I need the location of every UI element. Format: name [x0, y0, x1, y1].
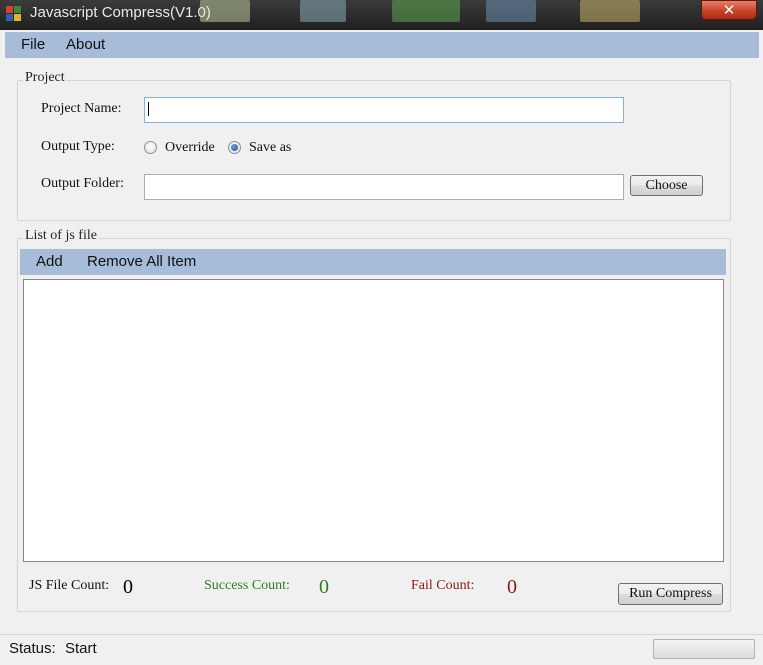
save-as-radio[interactable] [228, 141, 241, 154]
close-icon: ✕ [722, 1, 736, 19]
success-count-value: 0 [319, 576, 329, 598]
project-name-field[interactable] [144, 97, 624, 123]
js-list-toolbar: Add Remove All Item [20, 249, 726, 275]
menu-file[interactable]: File [21, 36, 45, 53]
choose-button[interactable]: Choose [630, 175, 703, 196]
text-caret [148, 102, 149, 116]
desktop-bg-patch [300, 0, 346, 22]
app-icon[interactable] [6, 6, 22, 22]
status-progress-bar [653, 639, 755, 659]
fail-count-label: Fail Count: [411, 578, 475, 593]
js-file-count-label: JS File Count: [29, 578, 110, 593]
js-file-count-value: 0 [123, 576, 133, 598]
js-list-legend: List of js file [23, 228, 99, 244]
title-bar[interactable]: Javascript Compress(V1.0) ✕ [0, 0, 763, 30]
project-legend: Project [23, 70, 67, 86]
override-label[interactable]: Override [165, 140, 215, 156]
window-title: Javascript Compress(V1.0) [30, 4, 211, 21]
output-type-label: Output Type: [41, 139, 115, 154]
fail-count-value: 0 [507, 576, 517, 598]
menu-about[interactable]: About [66, 36, 105, 53]
desktop-bg-patch [580, 0, 640, 22]
output-folder-label: Output Folder: [41, 176, 124, 191]
status-bar: Status: Start [0, 634, 763, 665]
project-name-input[interactable] [145, 98, 623, 122]
main-menu-bar: File About [5, 32, 759, 58]
main-window: Javascript Compress(V1.0) ✕ File About P… [0, 0, 763, 665]
js-file-list[interactable] [23, 279, 724, 562]
success-count-label: Success Count: [204, 578, 290, 593]
override-radio[interactable] [144, 141, 157, 154]
add-menu-item[interactable]: Add [36, 253, 63, 270]
output-folder-field[interactable] [144, 174, 624, 200]
desktop-bg-patch [486, 0, 536, 22]
save-as-label[interactable]: Save as [249, 140, 291, 156]
status-value: Start [65, 640, 97, 657]
status-label: Status: [9, 640, 56, 657]
remove-all-menu-item[interactable]: Remove All Item [87, 253, 196, 270]
desktop-bg-patch [392, 0, 460, 22]
run-compress-button[interactable]: Run Compress [618, 583, 723, 605]
project-name-label: Project Name: [41, 101, 122, 116]
output-folder-input[interactable] [145, 175, 623, 199]
close-button[interactable]: ✕ [701, 0, 757, 20]
